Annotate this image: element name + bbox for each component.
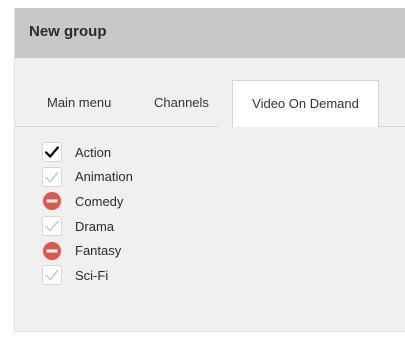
genre-label: Action <box>75 144 112 160</box>
genre-state-toggle[interactable] <box>42 142 62 163</box>
genre-state-toggle[interactable] <box>42 265 62 286</box>
genre-list: Action Animation Comedy Drama Fantasy Sci-Fi <box>42 140 133 288</box>
checkmark-faded-icon <box>45 220 59 232</box>
genre-label: Drama <box>75 218 115 234</box>
genre-label: Fantasy <box>75 243 122 259</box>
no-entry-icon <box>43 192 61 211</box>
genre-label: Sci-Fi <box>75 267 109 283</box>
genre-label: Animation <box>75 169 133 185</box>
genre-item[interactable]: Action <box>42 140 133 165</box>
tab-bar: Main menu Channels Video On Demand <box>15 80 405 127</box>
checkmark-faded-icon <box>45 269 59 281</box>
panel-header: New group <box>15 8 405 58</box>
genre-item[interactable]: Fantasy <box>42 238 133 263</box>
checkmark-icon <box>44 146 60 158</box>
genre-item[interactable]: Comedy <box>42 189 133 214</box>
genre-item[interactable]: Animation <box>42 165 133 190</box>
genre-state-toggle[interactable] <box>42 191 62 211</box>
genre-state-toggle[interactable] <box>42 216 62 237</box>
genre-state-toggle[interactable] <box>42 241 62 261</box>
panel-title: New group <box>29 23 107 40</box>
genre-label: Comedy <box>75 193 124 209</box>
tab-channels[interactable]: Channels <box>154 80 209 126</box>
tab-main-menu[interactable]: Main menu <box>47 80 111 126</box>
genre-item[interactable]: Sci-Fi <box>42 263 133 288</box>
new-group-panel: New group Main menu Channels Video On De… <box>14 8 405 332</box>
tab-content: Action Animation Comedy Drama Fantasy Sci-Fi <box>15 127 405 332</box>
no-entry-icon <box>43 241 61 260</box>
genre-state-toggle[interactable] <box>42 166 62 187</box>
checkmark-faded-icon <box>45 171 59 183</box>
genre-item[interactable]: Drama <box>42 214 133 239</box>
tab-video-on-demand[interactable]: Video On Demand <box>232 80 379 127</box>
